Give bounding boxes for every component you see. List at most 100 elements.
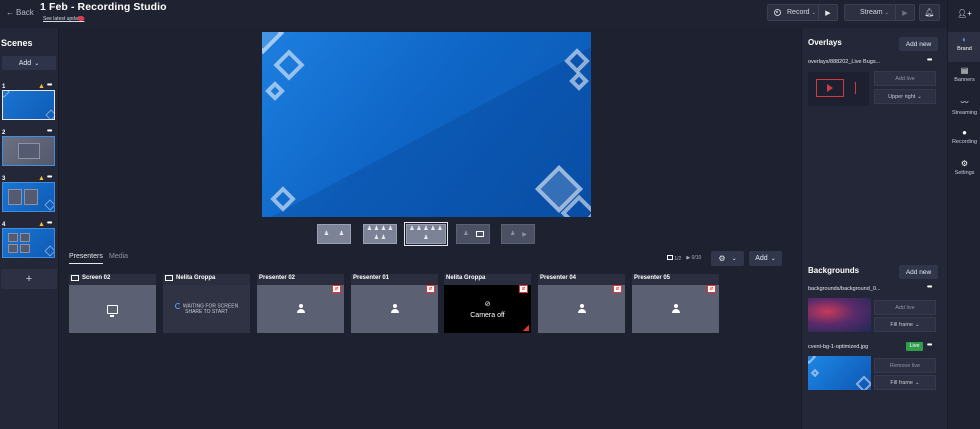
card-preview[interactable]: WAITING FOR SCREEN SHARE TO START bbox=[163, 285, 250, 333]
record-start-icon[interactable]: ▶ bbox=[819, 9, 837, 17]
tab-presenters[interactable]: Presenters bbox=[69, 253, 103, 260]
card-label: Screen 02 bbox=[82, 275, 111, 281]
rail-item-recording[interactable]: ● Recording bbox=[948, 125, 980, 155]
scene-thumbnail[interactable] bbox=[2, 90, 55, 120]
add-live-button[interactable]: Add live bbox=[874, 300, 936, 315]
decor-diamond bbox=[3, 91, 10, 98]
chevron-down-icon[interactable]: ⌄ bbox=[812, 10, 816, 16]
scene-item[interactable]: 2 ••• bbox=[0, 128, 59, 170]
presenter-tile bbox=[8, 189, 22, 205]
scenes-panel: Scenes Add ⌄ 1 ▲ ••• 2 ••• 3 ▲ ••• 4 ▲ •… bbox=[0, 28, 59, 429]
background-fit-select[interactable]: Fill frame ⌄ bbox=[874, 375, 936, 390]
card-header: Nelita Groppa bbox=[446, 275, 485, 281]
layout-option-media[interactable]: ♟ ▶ bbox=[501, 224, 535, 244]
tab-media[interactable]: Media bbox=[109, 253, 128, 260]
person-icon: ♟ bbox=[437, 226, 443, 232]
mic-muted-icon[interactable]: ⌀ bbox=[332, 285, 341, 293]
position-label: Upper right bbox=[888, 93, 916, 100]
card-preview[interactable] bbox=[538, 285, 625, 333]
card-preview[interactable]: ⊘ Camera off bbox=[444, 285, 531, 333]
signal-indicator bbox=[523, 325, 529, 331]
stream-start-icon[interactable]: ▶ bbox=[896, 9, 914, 17]
record-label: Record bbox=[787, 9, 810, 16]
scene-item[interactable]: 3 ▲ ••• bbox=[0, 174, 59, 216]
settings-dropdown-button[interactable]: ⚙ ⌄ bbox=[711, 251, 744, 266]
add-presenter-dropdown[interactable]: Add ⌄ bbox=[749, 251, 782, 266]
card-label: Nelita Groppa bbox=[446, 275, 486, 281]
more-options-icon[interactable]: ••• bbox=[47, 82, 52, 89]
more-options-icon[interactable]: ••• bbox=[47, 128, 52, 135]
rail-label: Streaming bbox=[951, 110, 978, 116]
background-thumbnail[interactable] bbox=[808, 356, 871, 390]
add-label: Add bbox=[755, 255, 768, 262]
chevron-down-icon: ⌄ bbox=[34, 60, 40, 67]
background-thumbnail[interactable] bbox=[808, 298, 871, 332]
card-label: Presenter 04 bbox=[540, 275, 577, 281]
record-button[interactable]: Record ⌄ ▶ bbox=[767, 4, 838, 21]
monitor-icon bbox=[667, 255, 673, 260]
card-preview[interactable] bbox=[69, 285, 156, 333]
stream-button[interactable]: Stream ⌄ ▶ bbox=[844, 4, 915, 21]
add-scene-button[interactable]: + bbox=[1, 269, 57, 289]
layout-option-two-up[interactable]: ♟ ♟ bbox=[317, 224, 351, 244]
add-overlay-button[interactable]: Add new bbox=[899, 37, 938, 51]
presenter-card[interactable]: Nelita Groppa WAITING FOR SCREEN SHARE T… bbox=[163, 274, 250, 333]
add-guest-button[interactable]: 👤︎+ bbox=[948, 4, 980, 23]
person-icon: ♟ bbox=[338, 230, 345, 237]
chevron-down-icon: ⌄ bbox=[915, 321, 920, 328]
chevron-down-icon: ⌄ bbox=[915, 379, 920, 386]
gear-icon: ⚙ bbox=[960, 159, 969, 168]
stream-label: Stream bbox=[860, 9, 883, 16]
monitor-icon bbox=[71, 275, 79, 281]
mic-muted-icon[interactable]: ⌀ bbox=[613, 285, 622, 293]
presenter-card[interactable]: Presenter 05 ⌀ bbox=[632, 274, 719, 333]
add-user-icon: 👤︎+ bbox=[957, 9, 972, 18]
scene-thumbnail[interactable] bbox=[2, 136, 55, 166]
monitor-icon bbox=[475, 231, 484, 237]
rail-item-streaming[interactable]: 〰 Streaming bbox=[948, 94, 980, 124]
loading-spinner-icon bbox=[174, 302, 181, 309]
layout-option-grid[interactable]: ♟ ♟ ♟ ♟ ♟ ♟ bbox=[363, 224, 397, 244]
add-live-button[interactable]: Add live bbox=[874, 71, 936, 86]
background-fit-select[interactable]: Fill frame ⌄ bbox=[874, 317, 936, 332]
more-options-icon[interactable]: ••• bbox=[47, 220, 52, 227]
presenter-card[interactable]: Presenter 01 ⌀ bbox=[351, 274, 438, 333]
add-scene-dropdown[interactable]: Add ⌄ bbox=[2, 56, 56, 70]
scene-thumbnail[interactable] bbox=[2, 182, 55, 212]
more-options-icon[interactable]: ••• bbox=[927, 57, 932, 64]
layout-option-screen-side[interactable]: ♟ bbox=[456, 224, 490, 244]
person-icon: ♟ bbox=[423, 235, 429, 241]
rail-item-banners[interactable]: ▤ Banners bbox=[948, 63, 980, 93]
layout-option-screen-grid[interactable]: ♟ ♟ ♟ ♟ ♟ ♟ bbox=[404, 222, 448, 246]
add-background-button[interactable]: Add new bbox=[899, 265, 938, 279]
more-options-icon[interactable]: ••• bbox=[47, 174, 52, 181]
card-preview[interactable] bbox=[351, 285, 438, 333]
card-preview[interactable] bbox=[257, 285, 344, 333]
presenter-card[interactable]: Screen 02 bbox=[69, 274, 156, 333]
presenter-card[interactable]: Presenter 04 ⌀ bbox=[538, 274, 625, 333]
decor-diamond bbox=[44, 245, 54, 257]
mic-muted-icon[interactable]: ⌀ bbox=[519, 285, 528, 293]
card-preview[interactable] bbox=[632, 285, 719, 333]
bell-icon: 🔔︎ bbox=[924, 8, 935, 17]
scene-item[interactable]: 4 ▲ ••• bbox=[0, 220, 59, 262]
presenter-card[interactable]: Nelita Groppa ⊘ Camera off ⌀ bbox=[444, 274, 531, 333]
presenter-card[interactable]: Presenter 02 ⌀ bbox=[257, 274, 344, 333]
mic-muted-icon[interactable]: ⌀ bbox=[707, 285, 716, 293]
mic-muted-icon[interactable]: ⌀ bbox=[426, 285, 435, 293]
stage-preview[interactable] bbox=[262, 32, 591, 217]
more-options-icon[interactable]: ••• bbox=[927, 284, 932, 291]
notifications-button[interactable]: 🔔︎ bbox=[919, 4, 940, 21]
presenter-tile bbox=[20, 244, 30, 253]
back-button[interactable]: ← Back bbox=[6, 8, 34, 17]
remove-live-button[interactable]: Remove live bbox=[874, 358, 936, 373]
rail-item-brand[interactable]: ◐ Brand bbox=[948, 32, 980, 62]
chevron-down-icon: ⌄ bbox=[731, 256, 737, 262]
more-options-icon[interactable]: ••• bbox=[927, 342, 932, 349]
scene-item[interactable]: 1 ▲ ••• bbox=[0, 82, 59, 124]
active-tab-indicator bbox=[69, 263, 103, 264]
rail-item-settings[interactable]: ⚙ Settings bbox=[948, 156, 980, 186]
overlay-position-select[interactable]: Upper right ⌄ bbox=[874, 89, 936, 104]
chevron-down-icon[interactable]: ⌄ bbox=[885, 10, 889, 16]
scene-thumbnail[interactable] bbox=[2, 228, 55, 258]
